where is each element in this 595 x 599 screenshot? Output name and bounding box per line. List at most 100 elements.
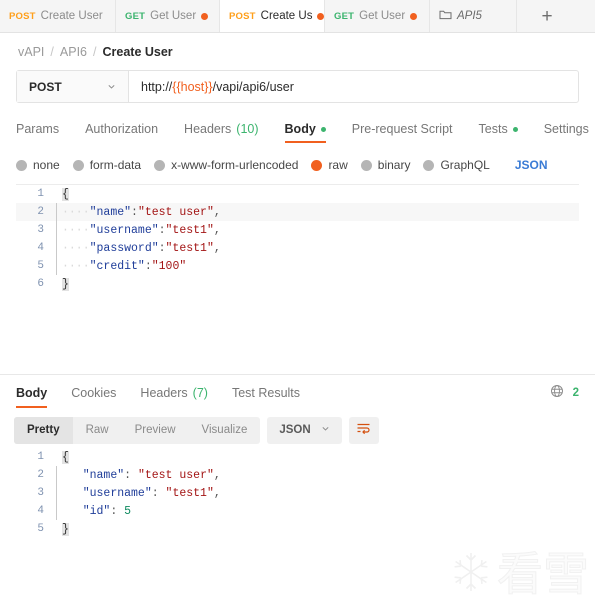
unsaved-dot-3[interactable] (410, 12, 418, 20)
radio-icon-raw[interactable] (311, 159, 323, 171)
radio-icon-none[interactable] (16, 159, 27, 171)
body-format-select[interactable]: JSON (515, 158, 548, 172)
url-variable: {{host}} (172, 79, 213, 94)
breadcrumb-item-1[interactable]: API6 (60, 45, 87, 59)
response-body-viewer[interactable]: 1{2 "name": "test user", 3 "username": "t… (16, 448, 579, 544)
tab-method-3: GET (334, 10, 355, 22)
response-view-switch: Pretty Raw Preview Visualize (14, 416, 261, 444)
plus-icon: + (541, 5, 553, 27)
body-type-form-data[interactable]: form-data (72, 158, 142, 172)
tab-headers[interactable]: Headers (10) (184, 122, 258, 143)
url-input[interactable]: http://{{host}}/vapi/api6/user (129, 71, 578, 102)
request-tab-3[interactable]: GET Get User (325, 0, 430, 32)
code-text: "id": 5 (82, 504, 132, 518)
response-view-preview[interactable]: Preview (122, 417, 189, 444)
radio-icon-urlencoded[interactable] (154, 159, 166, 171)
tab-params[interactable]: Params (16, 122, 59, 143)
response-view-raw[interactable]: Raw (73, 417, 122, 444)
body-type-binary[interactable]: binary (360, 158, 411, 172)
tab-label-2: Create Us (260, 10, 313, 22)
body-type-binary-label: binary (377, 158, 411, 172)
line-number: 2 (37, 206, 44, 218)
line-number: 4 (37, 242, 44, 254)
watermark: 看雪 (449, 550, 590, 597)
response-section-tabs: Body Cookies Headers (7) Test Results 2 (16, 375, 579, 408)
tab-bar-filler (577, 0, 595, 32)
line-number: 2 (37, 469, 44, 481)
request-section-tabs: Params Authorization Headers (10) Body P… (16, 117, 589, 143)
body-type-form-data-label: form-data (89, 158, 142, 172)
body-type-none-label: none (33, 158, 60, 172)
response-tab-body-label: Body (16, 386, 48, 400)
radio-icon-binary[interactable] (360, 159, 372, 171)
tab-authorization-label: Authorization (85, 122, 159, 136)
tab-headers-label: Headers (184, 122, 232, 136)
response-view-visualize[interactable]: Visualize (189, 417, 261, 444)
response-tab-test-results[interactable]: Test Results (232, 386, 300, 408)
code-line: 3 "username": "test1", (16, 484, 579, 502)
breadcrumb-item-0[interactable]: vAPI (18, 45, 44, 59)
body-type-graphql[interactable]: GraphQL (423, 158, 490, 172)
new-tab-button[interactable]: + (517, 0, 577, 32)
url-bar: POST http://{{host}}/vapi/api6/user (16, 70, 579, 103)
word-wrap-toggle[interactable] (348, 416, 379, 444)
body-type-selector: none form-data x-www-form-urlencoded raw… (16, 154, 579, 176)
unsaved-dot-1[interactable] (201, 12, 209, 20)
line-number: 4 (37, 505, 44, 517)
body-type-none[interactable]: none (16, 158, 60, 172)
response-view-pretty[interactable]: Pretty (14, 416, 73, 444)
tab-headers-count: (10) (236, 122, 259, 136)
tab-body[interactable]: Body (284, 122, 327, 143)
line-number: 3 (37, 487, 44, 499)
code-text: } (62, 522, 69, 536)
response-tab-body[interactable]: Body (16, 386, 48, 408)
chevron-down-icon (107, 80, 116, 94)
globe-icon[interactable] (550, 384, 564, 401)
http-method-select[interactable]: POST (17, 71, 129, 102)
body-type-raw[interactable]: raw (311, 158, 348, 172)
folder-tab-api5[interactable]: API5 (430, 0, 517, 32)
tab-tests[interactable]: Tests (479, 122, 518, 143)
unsaved-dot-2[interactable] (317, 12, 324, 20)
code-text: ····"password":"test1", (62, 241, 221, 255)
response-tab-cookies[interactable]: Cookies (71, 386, 116, 408)
folder-tab-label: API5 (457, 10, 482, 22)
body-type-urlencoded[interactable]: x-www-form-urlencoded (154, 158, 298, 172)
breadcrumb-sep-1: / (93, 44, 97, 59)
line-number: 5 (37, 523, 44, 535)
request-tab-1[interactable]: GET Get User (116, 0, 220, 32)
request-tab-0[interactable]: POST Create User (0, 0, 116, 32)
line-number: 1 (37, 451, 44, 463)
code-text: "username": "test1", (82, 486, 221, 500)
response-format-select[interactable]: JSON (267, 416, 342, 444)
url-prefix: http:// (141, 79, 173, 94)
request-tab-bar: POST Create User GET Get User POST Creat… (0, 0, 595, 33)
radio-icon-form-data[interactable] (72, 159, 84, 171)
tab-authorization[interactable]: Authorization (85, 122, 158, 143)
snowflake-icon (449, 550, 493, 597)
code-text: { (62, 450, 69, 464)
request-tab-2[interactable]: POST Create Us (220, 0, 325, 32)
response-tab-headers[interactable]: Headers (7) (140, 386, 208, 408)
request-body-editor[interactable]: 1{2 ····"name":"test user", 3 ····"username… (16, 184, 579, 374)
code-text: ····"credit":"100" (62, 259, 187, 273)
status-code: 2 (572, 386, 579, 399)
url-suffix: /vapi/api6/user (212, 79, 294, 94)
tab-pre-request-script[interactable]: Pre-request Script (352, 122, 453, 143)
code-line: 6} (16, 275, 579, 293)
code-line: 3 ····"username":"test1", (16, 221, 579, 239)
radio-icon-graphql[interactable] (423, 159, 435, 171)
folder-icon (439, 9, 452, 23)
tab-method-0: POST (9, 10, 36, 22)
tab-params-label: Params (16, 122, 60, 136)
tab-method-1: GET (125, 10, 146, 22)
response-format-value: JSON (279, 424, 311, 436)
code-line: 2 "name": "test user", (16, 466, 579, 484)
code-text: "name": "test user", (82, 468, 221, 482)
line-number: 5 (37, 260, 44, 272)
response-tab-headers-count: (7) (192, 386, 208, 400)
tab-settings-label: Settings (543, 122, 589, 136)
tab-settings[interactable]: Settings (544, 122, 589, 143)
chevron-down-icon (321, 424, 330, 436)
code-line: 5} (16, 520, 579, 538)
